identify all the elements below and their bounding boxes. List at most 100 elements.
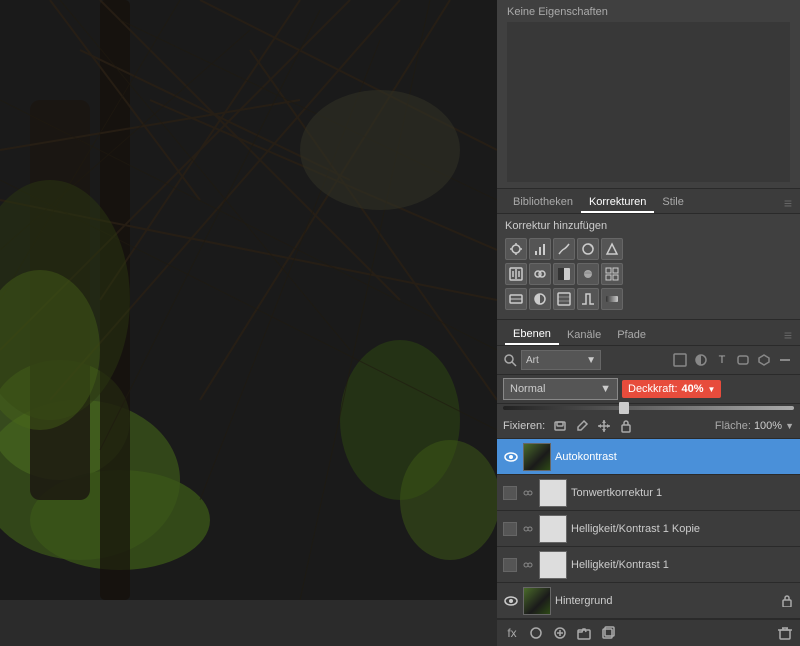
layer-name-5: Hintergrund xyxy=(555,595,776,607)
blend-mode-select[interactable]: Normal ▼ xyxy=(503,378,618,400)
correction-photo-filter[interactable] xyxy=(577,263,599,285)
add-adjustment-button[interactable] xyxy=(551,624,569,642)
opacity-value: 40% xyxy=(682,383,704,395)
fill-label: Fläche: xyxy=(715,420,751,432)
search-icon xyxy=(503,353,517,367)
correction-vibrance[interactable] xyxy=(601,238,623,260)
panel-menu-icon[interactable]: ≡ xyxy=(784,195,792,211)
lock-pixel-icon[interactable] xyxy=(551,417,569,435)
opacity-label: Deckkraft: xyxy=(628,383,678,395)
new-group-button[interactable] xyxy=(575,624,593,642)
tab-ebenen[interactable]: Ebenen xyxy=(505,325,559,345)
lock-move-icon[interactable] xyxy=(595,417,613,435)
layer-thumb-5 xyxy=(523,587,551,615)
correction-posterize[interactable] xyxy=(553,288,575,310)
correction-brightness-contrast[interactable] xyxy=(505,238,527,260)
layer-name-4: Helligkeit/Kontrast 1 xyxy=(571,559,794,571)
layer-item-helligkeit[interactable]: Helligkeit/Kontrast 1 xyxy=(497,547,800,583)
layer-link-3 xyxy=(521,522,535,536)
opacity-slider-track[interactable] xyxy=(503,406,794,410)
blend-mode-arrow: ▼ xyxy=(600,383,611,395)
layer-type-select[interactable]: Art ▼ xyxy=(521,350,601,370)
layer-icon-adjustment[interactable] xyxy=(692,351,710,369)
lock-icons xyxy=(551,417,635,435)
correction-gradient-map[interactable] xyxy=(601,288,623,310)
layer-thumb-3 xyxy=(539,515,567,543)
right-panel: Keine Eigenschaften Bibliotheken Korrekt… xyxy=(497,0,800,600)
correction-invert[interactable] xyxy=(529,288,551,310)
tab-pfade[interactable]: Pfade xyxy=(609,326,654,344)
fill-arrow[interactable]: ▼ xyxy=(785,421,794,431)
corrections-title: Korrektur hinzufügen xyxy=(505,220,792,232)
fill-lock-row: Fixieren: Fläche: xyxy=(497,414,800,439)
corrections-row-3 xyxy=(505,288,792,310)
fx-button[interactable]: fx xyxy=(503,624,521,642)
layer-link-4 xyxy=(521,558,535,572)
correction-color-lookup[interactable] xyxy=(505,288,527,310)
tab-kanaele[interactable]: Kanäle xyxy=(559,326,609,344)
layer-visibility-5[interactable] xyxy=(503,593,519,609)
blend-mode-value: Normal xyxy=(510,383,545,395)
fill-value: 100% xyxy=(754,420,782,432)
panel-tabs: Bibliotheken Korrekturen Stile ≡ xyxy=(497,189,800,214)
app-layout: Keine Eigenschaften Bibliotheken Korrekt… xyxy=(0,0,800,600)
corrections-row-1 xyxy=(505,238,792,260)
layer-item-helligkeit-kopie[interactable]: Helligkeit/Kontrast 1 Kopie xyxy=(497,511,800,547)
correction-channel-mixer[interactable] xyxy=(601,263,623,285)
correction-black-white[interactable] xyxy=(553,263,575,285)
opacity-control[interactable]: Deckkraft: 40% ▼ xyxy=(622,380,721,398)
opacity-dropdown-icon: ▼ xyxy=(708,385,716,394)
tab-korrekturen[interactable]: Korrekturen xyxy=(581,193,654,213)
layer-checkbox-3[interactable] xyxy=(503,522,517,536)
lock-all-icon[interactable] xyxy=(617,417,635,435)
layer-thumb-2 xyxy=(539,479,567,507)
add-mask-button[interactable] xyxy=(527,624,545,642)
layer-visibility-1[interactable] xyxy=(503,449,519,465)
tab-stile[interactable]: Stile xyxy=(654,193,691,213)
corrections-row-2 xyxy=(505,263,792,285)
layer-icon-type[interactable]: T xyxy=(713,351,731,369)
layers-tabs: Ebenen Kanäle Pfade ≡ xyxy=(497,320,800,346)
opacity-slider-container xyxy=(497,404,800,414)
correction-curves[interactable] xyxy=(553,238,575,260)
correction-color-balance[interactable] xyxy=(529,263,551,285)
layer-item-hintergrund[interactable]: Hintergrund xyxy=(497,583,800,619)
delete-layer-button[interactable] xyxy=(776,624,794,642)
correction-levels[interactable] xyxy=(529,238,551,260)
layer-checkbox-2[interactable] xyxy=(503,486,517,500)
layer-link-2 xyxy=(521,486,535,500)
tab-bibliotheken[interactable]: Bibliotheken xyxy=(505,193,581,213)
layer-icon-smart[interactable] xyxy=(755,351,773,369)
layer-icon-shape[interactable] xyxy=(734,351,752,369)
layers-list: Autokontrast Tonwertkorrektur 1 xyxy=(497,439,800,619)
correction-threshold[interactable] xyxy=(577,288,599,310)
properties-content xyxy=(507,22,790,182)
lock-brush-icon[interactable] xyxy=(573,417,591,435)
correction-hue-saturation[interactable] xyxy=(505,263,527,285)
layer-checkbox-4[interactable] xyxy=(503,558,517,572)
layer-icon-pixel[interactable] xyxy=(671,351,689,369)
layer-thumb-1 xyxy=(523,443,551,471)
canvas-area xyxy=(0,0,497,600)
correction-exposure[interactable] xyxy=(577,238,599,260)
blend-opacity-row: Normal ▼ Deckkraft: 40% ▼ xyxy=(497,375,800,404)
layer-thumb-4 xyxy=(539,551,567,579)
layer-icon-more[interactable] xyxy=(776,351,794,369)
layer-item-tonwert[interactable]: Tonwertkorrektur 1 xyxy=(497,475,800,511)
layers-bottom-bar: fx xyxy=(497,619,800,646)
layer-toolbar-icons: T xyxy=(671,351,794,369)
new-layer-button[interactable] xyxy=(599,624,617,642)
corrections-section: Korrektur hinzufügen xyxy=(497,214,800,320)
layer-name-3: Helligkeit/Kontrast 1 Kopie xyxy=(571,523,794,535)
layer-name-2: Tonwertkorrektur 1 xyxy=(571,487,794,499)
layer-item-autokontrast[interactable]: Autokontrast xyxy=(497,439,800,475)
fx-label: fx xyxy=(507,626,516,640)
fill-section: Fläche: 100% ▼ xyxy=(715,420,794,432)
layer-type-toolbar: Art ▼ T xyxy=(497,346,800,375)
fixieren-label: Fixieren: xyxy=(503,420,545,432)
layer-lock-5 xyxy=(780,594,794,608)
properties-title: Keine Eigenschaften xyxy=(507,6,790,18)
opacity-slider-thumb[interactable] xyxy=(619,402,629,414)
layers-section: Ebenen Kanäle Pfade ≡ Art ▼ xyxy=(497,320,800,646)
layers-menu-icon[interactable]: ≡ xyxy=(784,327,792,343)
